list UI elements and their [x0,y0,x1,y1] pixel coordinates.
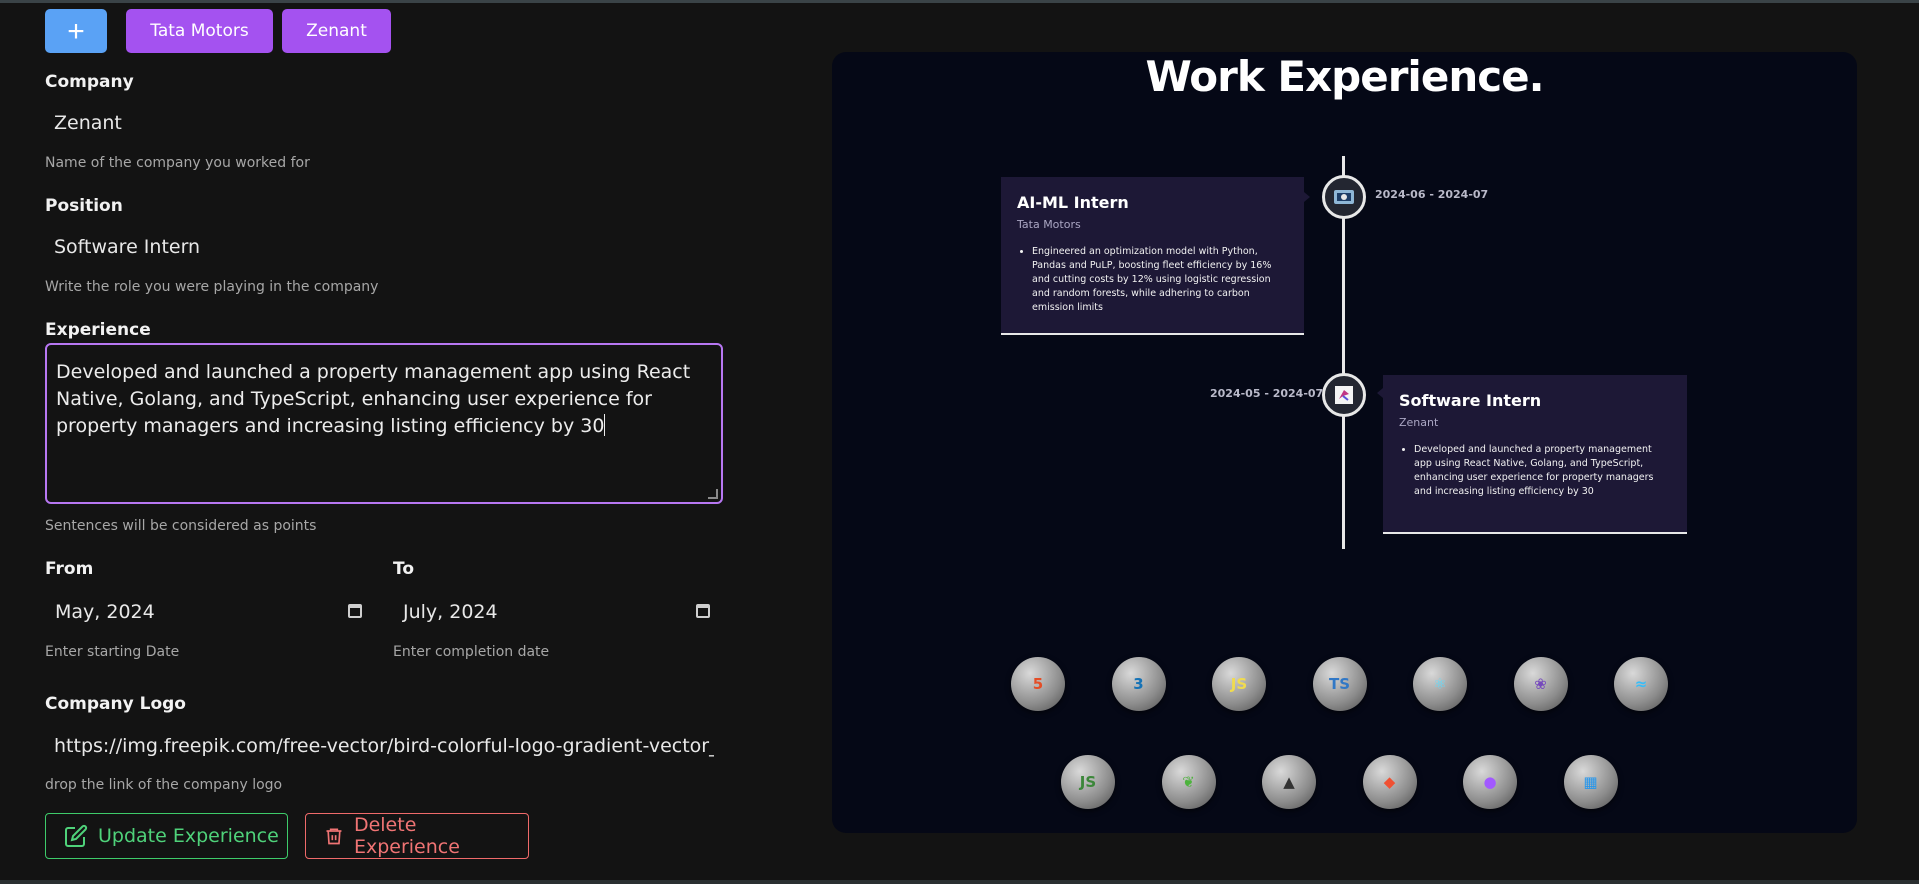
company-label: Company [45,72,134,92]
typescript-icon: TS [1312,657,1367,711]
card-company: Tata Motors [1017,218,1081,231]
javascript-icon: JS [1212,657,1266,711]
preview-title: Work Experience. [1145,52,1544,101]
delete-experience-label: Delete Experience [353,814,460,858]
git-icon: ◆ [1362,755,1417,809]
typescript-glyph: TS [1328,675,1351,693]
card-point: Engineered an optimization model with Py… [1032,245,1288,315]
nodejs-glyph: JS [1079,773,1097,791]
experience-textarea[interactable]: Developed and launched a property manage… [45,343,723,504]
git-glyph: ◆ [1383,773,1396,791]
figma-icon: ● [1463,755,1517,809]
from-label: From [45,559,94,579]
from-date-input[interactable]: May, 2024 [55,601,155,623]
card-points: Developed and launched a property manage… [1399,443,1671,499]
html5-glyph: 5 [1032,675,1044,693]
threejs-glyph: ▲ [1283,773,1295,791]
company-logo-input[interactable]: https://img.freepik.com/free-vector/bird… [54,735,714,757]
react-icon: ⚛ [1413,657,1467,711]
card-points: Engineered an optimization model with Py… [1017,245,1288,315]
resize-handle[interactable] [708,489,718,499]
add-experience-button[interactable]: + [45,9,107,53]
card-role: AI-ML Intern [1017,193,1129,212]
to-date-input[interactable]: July, 2024 [403,601,498,623]
calendar-icon[interactable] [348,604,362,618]
from-hint: Enter starting Date [45,644,180,660]
edit-icon [65,824,88,847]
delete-experience-button[interactable]: Delete Experience [305,813,529,859]
experience-label: Experience [45,320,151,340]
preview-panel: Work Experience. AI-ML Intern Tata Motor… [832,52,1857,833]
position-input[interactable]: Software Intern [54,236,200,258]
company-logo-icon [1334,190,1354,204]
timeline-node-1 [1322,175,1366,219]
top-border [0,0,1919,3]
card-arrow [1304,192,1310,202]
timeline-card-2: Software Intern Zenant Developed and lau… [1383,375,1687,534]
threejs-icon: ▲ [1262,755,1316,809]
javascript-glyph: JS [1230,675,1248,693]
bottom-border [0,880,1919,884]
calendar-icon[interactable] [696,604,710,618]
experience-hint: Sentences will be considered as points [45,518,317,534]
docker-glyph: ▦ [1583,773,1598,791]
experience-tab-zenant[interactable]: Zenant [282,9,391,53]
card-role: Software Intern [1399,391,1542,410]
css3-glyph: 3 [1133,675,1144,693]
react-glyph: ⚛ [1433,675,1447,693]
redux-glyph: ❀ [1534,675,1547,693]
mongodb-icon: ❦ [1161,755,1216,809]
to-label: To [393,559,415,579]
timeline-card-1: AI-ML Intern Tata Motors Engineered an o… [1001,177,1304,335]
css3-icon: 3 [1111,657,1166,711]
trash-icon [326,828,342,845]
nodejs-icon: JS [1061,755,1115,809]
to-hint: Enter completion date [393,644,550,660]
mongodb-glyph: ❦ [1182,773,1195,791]
position-hint: Write the role you were playing in the c… [45,279,379,295]
company-hint: Name of the company you worked for [45,155,310,171]
timeline-node-2 [1322,373,1366,417]
docker-icon: ▦ [1563,755,1618,809]
text-caret [604,414,606,436]
card-point: Developed and launched a property manage… [1414,443,1671,499]
company-logo-hint: drop the link of the company logo [45,777,283,793]
company-logo-icon [1335,386,1353,404]
position-label: Position [45,196,123,216]
redux-icon: ❀ [1513,657,1568,711]
company-logo-label: Company Logo [45,694,186,714]
figma-glyph: ● [1483,773,1497,791]
experience-tab-tata-motors[interactable]: Tata Motors [126,9,273,53]
html5-icon: 5 [1011,657,1065,711]
update-experience-button[interactable]: Update Experience [45,813,288,859]
experience-text: Developed and launched a property manage… [56,361,691,437]
tailwind-glyph: ≈ [1634,675,1648,693]
update-experience-label: Update Experience [98,825,279,847]
company-input[interactable]: Zenant [54,112,122,134]
timeline-date-2: 2024-05 - 2024-07 [1210,387,1324,400]
timeline-date-1: 2024-06 - 2024-07 [1375,188,1489,201]
card-company: Zenant [1399,416,1439,429]
tailwind-icon: ≈ [1614,657,1668,711]
